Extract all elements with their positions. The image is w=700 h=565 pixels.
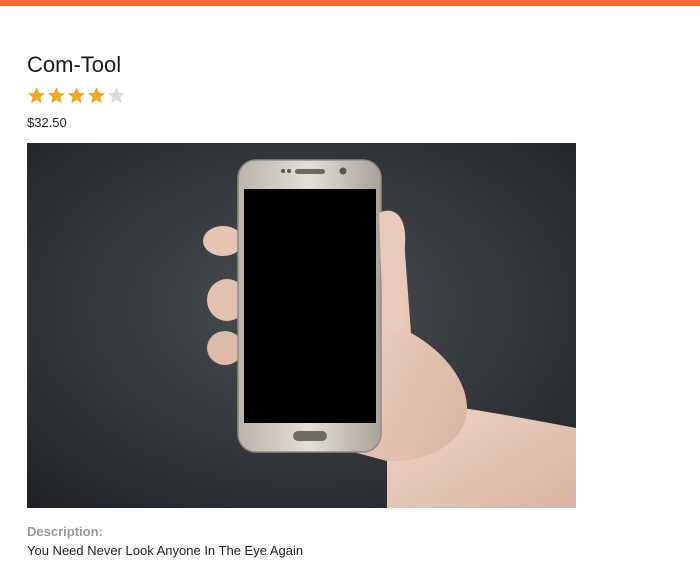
star-filled-icon xyxy=(47,87,66,104)
product-title: Com-Tool xyxy=(27,52,122,77)
product-card: Com-Tool $32.50 xyxy=(27,50,587,131)
star-rating xyxy=(27,86,587,106)
top-accent-bar xyxy=(0,0,700,6)
smartphone-in-hand-image xyxy=(27,143,576,508)
star-filled-icon xyxy=(87,87,106,104)
product-image xyxy=(27,143,576,508)
star-empty-icon xyxy=(107,87,126,104)
star-filled-icon xyxy=(67,87,86,104)
description-label: Description: xyxy=(27,524,103,539)
star-filled-icon xyxy=(27,87,46,104)
product-price: $32.50 xyxy=(27,115,67,130)
description-text: You Need Never Look Anyone In The Eye Ag… xyxy=(27,543,304,558)
